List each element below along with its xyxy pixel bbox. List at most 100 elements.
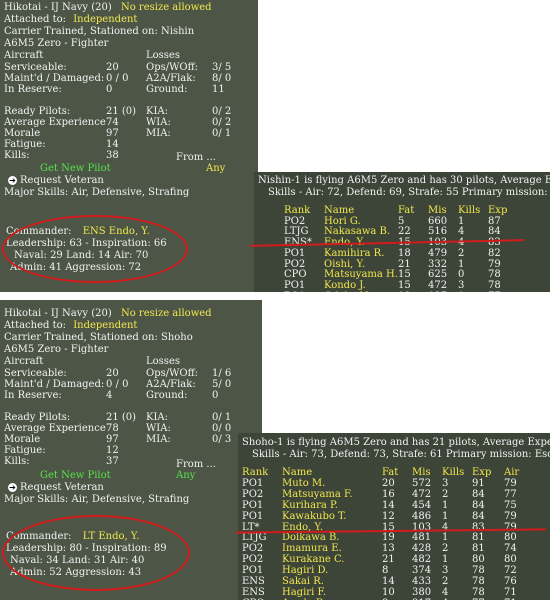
column-header[interactable]: Fat (398, 205, 414, 216)
table-cell: 8 (382, 565, 389, 577)
loss-label: Ground: (146, 84, 188, 95)
column-header[interactable]: Fat (382, 467, 398, 478)
table-cell: 1 (458, 291, 464, 292)
table-cell: ENS (242, 576, 265, 587)
table-cell: PO2 (284, 258, 306, 270)
aircraft-header: Aircraft (4, 50, 44, 61)
table-cell: 2 (458, 247, 465, 259)
get-new-pilot-button[interactable]: Get New Pilot (40, 470, 111, 482)
table-cell: 0 (458, 269, 465, 281)
casualty-label: MIA: (146, 128, 171, 139)
table-cell: 3 (442, 565, 449, 577)
table-cell: 2 (442, 543, 449, 555)
table-cell: 454 (412, 499, 432, 511)
pilot-name[interactable]: Kondo J. (324, 280, 366, 291)
column-header[interactable]: Rank (242, 467, 268, 478)
table-cell: 87 (488, 215, 501, 227)
attached-value[interactable]: Independent (73, 320, 137, 331)
pilot-name[interactable]: Hagiri D. (282, 565, 328, 576)
major-skills: Major Skills: Air, Defensive, Strafing (4, 494, 190, 505)
table-cell: 332 (428, 258, 448, 270)
table-cell: 80 (472, 554, 485, 566)
table-cell: 77 (488, 291, 501, 292)
table-cell: 428 (412, 543, 432, 555)
stat-label: In Reserve: (4, 390, 62, 401)
column-header[interactable]: Air (504, 467, 519, 478)
pilot-name[interactable]: Hagiri F. (282, 587, 326, 598)
table-title: Nishin-1 is flying A6M5 Zero and has 30 … (258, 175, 550, 186)
table-cell: 76 (504, 576, 517, 587)
table-cell: 660 (428, 215, 448, 227)
table-cell: 516 (428, 226, 448, 238)
table-cell: 1 (442, 532, 449, 544)
table-title: Shoho-1 is flying A6M5 Zero and has 21 p… (242, 437, 550, 448)
table-cell: 78 (472, 565, 485, 577)
table-cell: 21 (382, 554, 395, 566)
table-cell: 79 (504, 510, 517, 522)
column-header[interactable]: Mis (412, 467, 431, 478)
annotation-oval (2, 515, 190, 591)
table-cell: 75 (504, 499, 517, 511)
table-cell: 482 (412, 554, 432, 566)
pilot-stat-value: 38 (106, 150, 119, 161)
table-cell: CPO (284, 269, 307, 281)
table-cell: 1 (442, 510, 449, 522)
table-cell: 15 (398, 279, 411, 291)
table-cell: 78 (488, 269, 501, 281)
losses-header: Losses (146, 356, 180, 367)
pilot-name[interactable]: Kawakubo T. (282, 511, 346, 522)
unit-line: Hikotai - IJ Navy (20) No resize allowed (4, 2, 212, 13)
pilot-name[interactable]: Matsuyama H. (324, 269, 398, 280)
table-cell: 14 (382, 576, 395, 587)
column-header[interactable]: Rank (284, 205, 310, 216)
bottom-pilot-table: Shoho-1 is flying A6M5 Zero and has 21 p… (238, 433, 550, 600)
column-header[interactable]: Kills (442, 467, 464, 478)
pilot-name[interactable]: Odaka N. (324, 291, 371, 292)
table-cell: 13 (382, 543, 395, 555)
table-cell: 79 (504, 521, 517, 533)
attached-value[interactable]: Independent (73, 14, 137, 25)
column-header[interactable]: Exp (488, 205, 507, 216)
pilot-name[interactable]: Imamura E. (282, 543, 342, 554)
column-header[interactable]: Exp (472, 467, 491, 478)
get-new-pilot-button[interactable]: Get New Pilot (40, 163, 111, 175)
pilot-name[interactable]: Nakasawa B. (324, 226, 390, 237)
pilot-name[interactable]: Sakai R. (282, 576, 324, 587)
pilot-name[interactable]: Hori G. (324, 216, 361, 227)
request-veteran-button[interactable]: ➔ Request Veteran (8, 482, 104, 494)
pilot-name[interactable]: Kurakane C. (282, 554, 344, 565)
attached-line: Attached to: Independent (4, 320, 138, 331)
table-cell: 19 (398, 291, 411, 292)
column-header[interactable]: Mis (428, 205, 447, 216)
table-cell: 84 (472, 488, 485, 500)
request-veteran-button[interactable]: ➔ Request Veteran (8, 175, 104, 187)
pilot-name[interactable]: Matsuyama F. (282, 489, 353, 500)
table-cell: 380 (412, 586, 432, 598)
table-cell: PO2 (242, 554, 264, 566)
from-select[interactable]: Any (176, 470, 195, 482)
pilot-name[interactable]: Muto M. (282, 478, 325, 489)
column-header[interactable]: Name (324, 205, 354, 216)
table-cell: 91 (472, 477, 485, 489)
table-cell: 80 (504, 554, 517, 566)
table-cell: 80 (504, 532, 517, 544)
table-cell: 1 (458, 258, 465, 270)
major-skills: Major Skills: Air, Defensive, Strafing (4, 187, 190, 198)
pilot-name[interactable]: Kurihara P. (282, 500, 338, 511)
stat-label: In Reserve: (4, 84, 62, 95)
table-cell: 12 (382, 510, 395, 522)
table-cell: PO1 (242, 499, 264, 511)
resize-status: No resize allowed (120, 308, 212, 319)
aircraft-header: Aircraft (4, 356, 44, 367)
table-cell: PO2 (242, 543, 264, 555)
pilot-name[interactable]: Doikawa B. (282, 532, 340, 543)
loss-value: 0 (212, 390, 219, 401)
aircraft-type: A6M5 Zero - Fighter (4, 344, 109, 355)
column-header[interactable]: Name (282, 467, 312, 478)
table-cell: 479 (428, 247, 448, 259)
table-cell: 84 (488, 226, 501, 238)
from-select[interactable]: Any (206, 163, 225, 175)
pilot-name[interactable]: Oishi, Y. (324, 259, 365, 270)
column-header[interactable]: Kills (458, 205, 480, 216)
pilot-name[interactable]: Kamihira R. (324, 248, 384, 259)
